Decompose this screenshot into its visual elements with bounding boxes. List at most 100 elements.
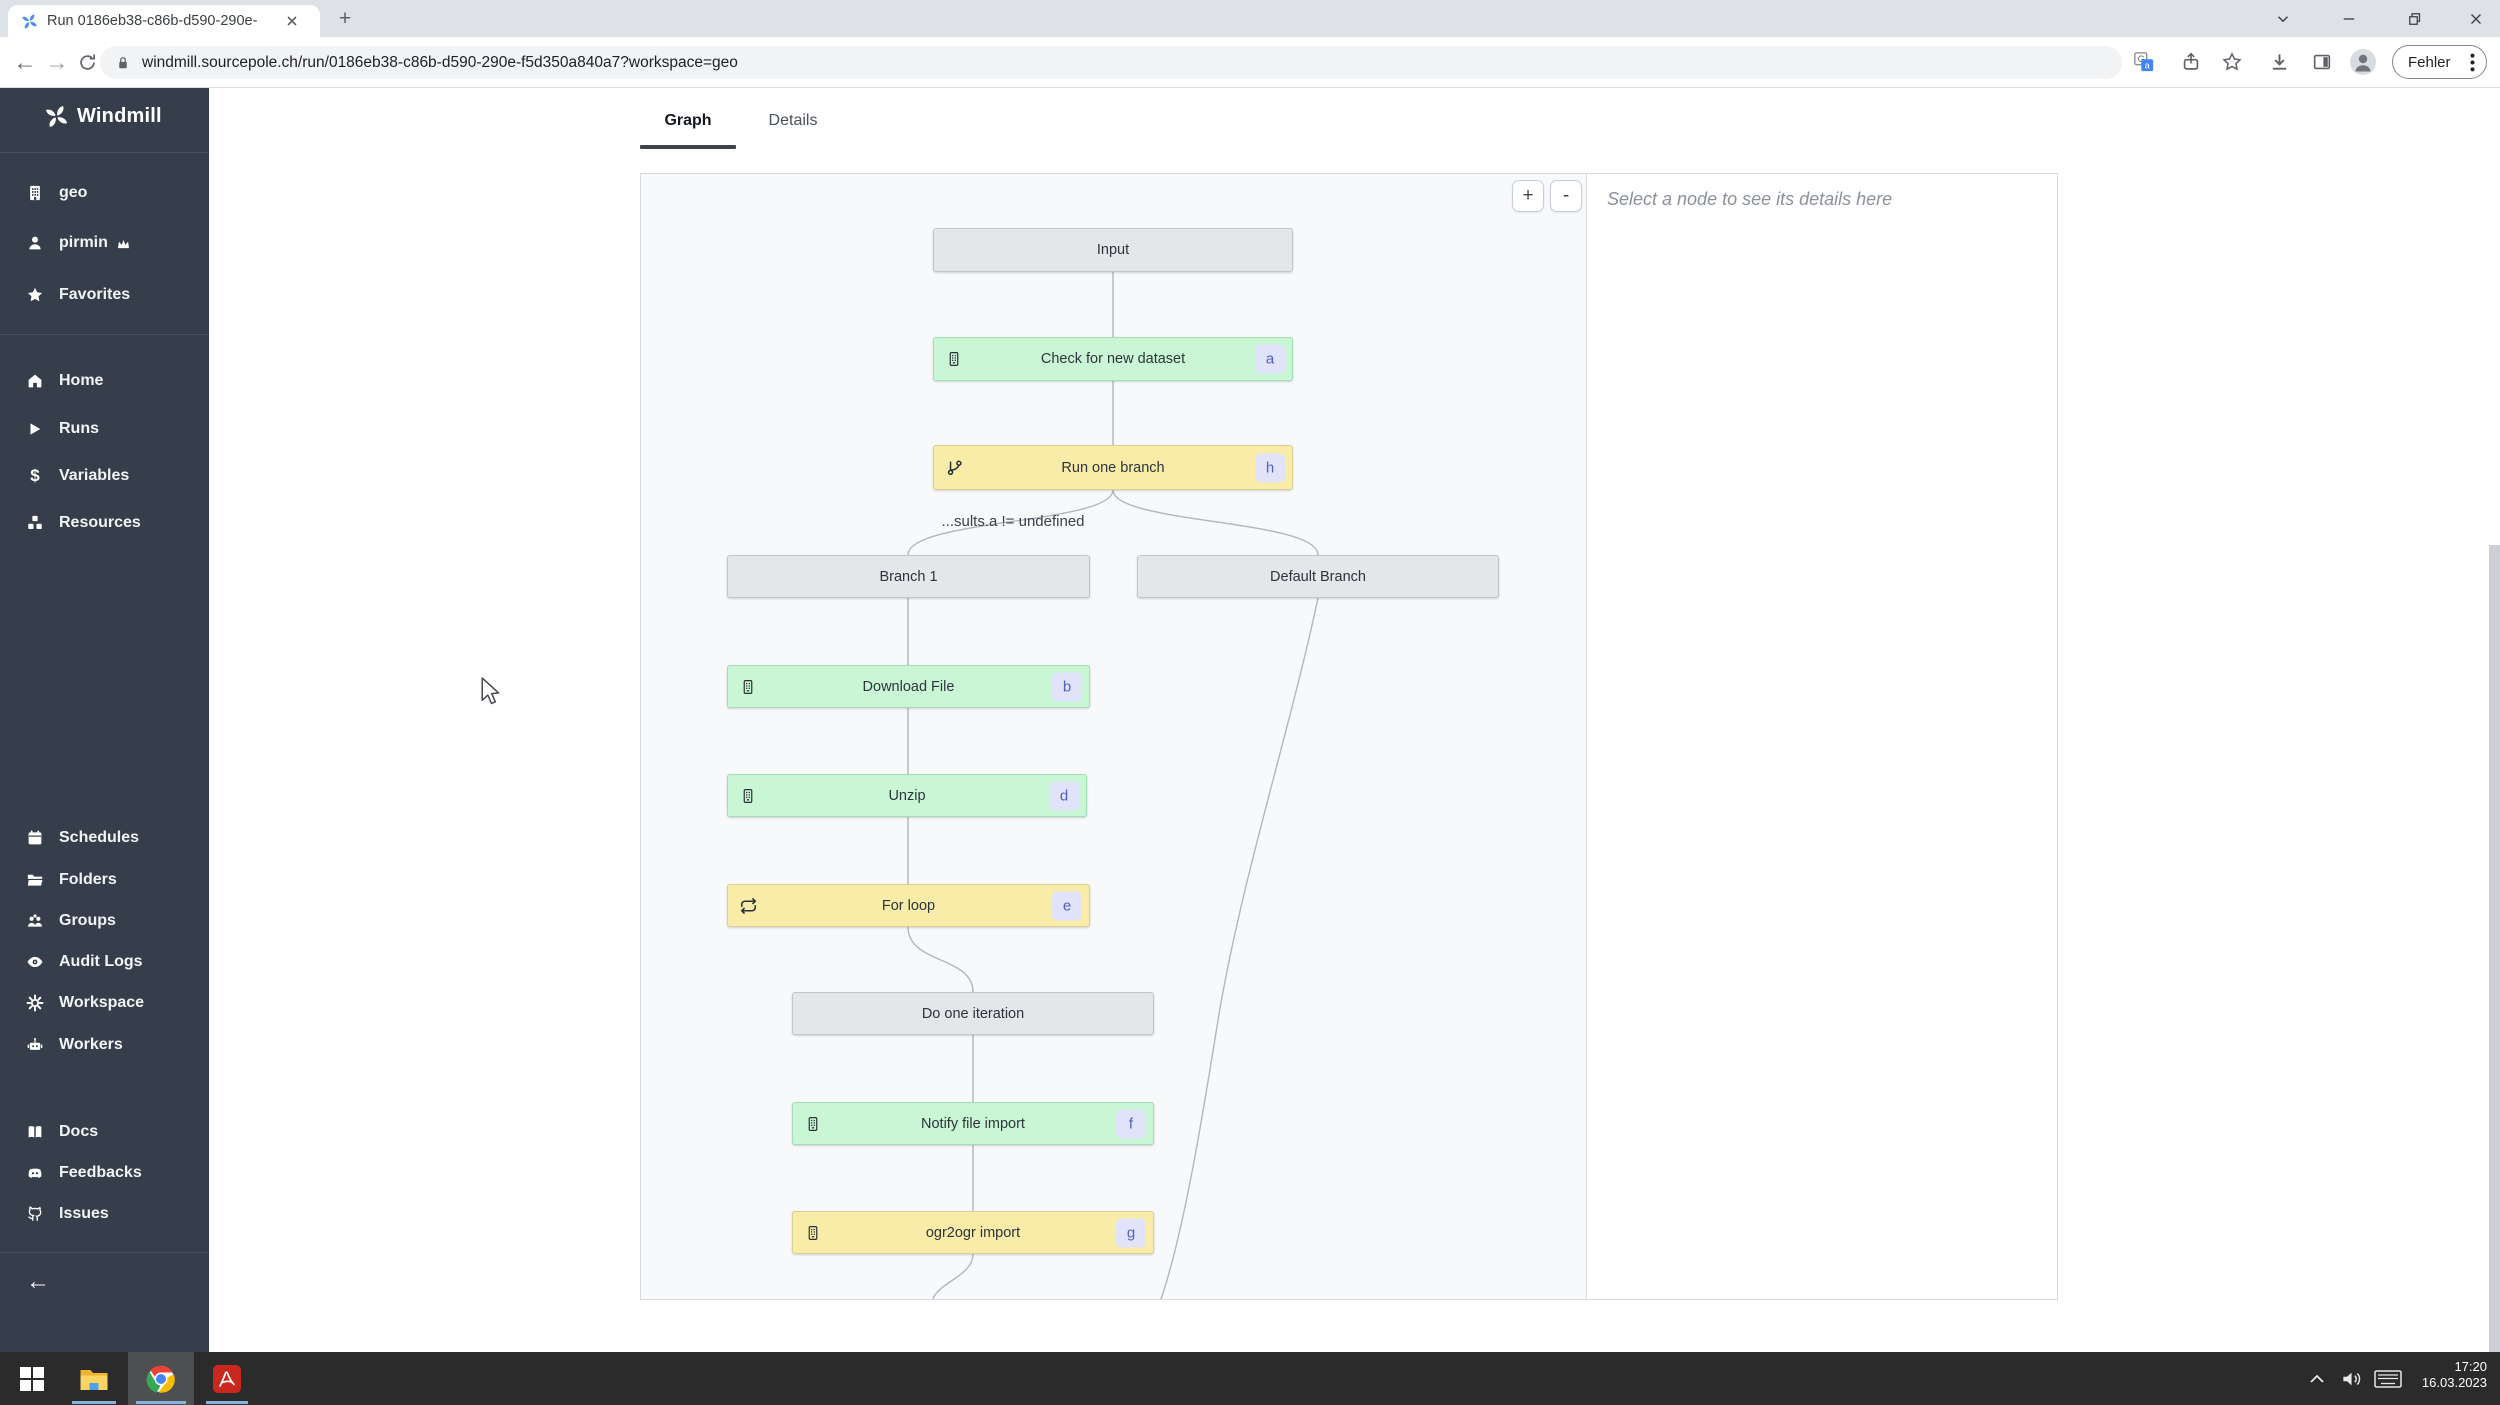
forward-button[interactable]: → <box>40 45 74 79</box>
folder-icon <box>27 874 43 886</box>
calendar-icon <box>28 830 42 845</box>
back-button[interactable]: ← <box>8 45 42 79</box>
acrobat-icon <box>213 1364 241 1393</box>
running-indicator <box>136 1401 186 1404</box>
node-details-panel: Select a node to see its details here <box>1588 174 2057 1299</box>
sidebar-item-home[interactable]: Home <box>26 369 103 393</box>
discord-icon <box>28 1168 42 1178</box>
windmill-favicon <box>21 13 38 30</box>
tab-search-icon[interactable] <box>2262 0 2304 37</box>
arrow-left-icon: ← <box>26 1268 50 1295</box>
sidebar-item-runs[interactable]: Runs <box>26 417 99 441</box>
start-button[interactable] <box>4 1352 60 1405</box>
app-sidebar: Windmill geo pirmin Favorites Home Runs … <box>0 88 209 1352</box>
active-tab-underline <box>640 145 736 149</box>
browser-tab-strip: Run 0186eb38-c86b-d590-290e- + <box>0 0 2500 37</box>
boxes-icon <box>28 515 42 529</box>
window-restore-button[interactable] <box>2394 0 2436 37</box>
flow-node-unzip[interactable]: Unzip d <box>727 774 1087 817</box>
sidebar-item-folders[interactable]: Folders <box>26 868 117 892</box>
flow-node-label: For loop <box>881 897 936 914</box>
flow-node-label: ogr2ogr import <box>925 1224 1021 1241</box>
window-minimize-button[interactable] <box>2328 0 2370 37</box>
error-badge-label: Fehler <box>2408 53 2451 71</box>
flow-node-label: Unzip <box>888 787 926 804</box>
screen: { "browser": { "tab_title": "Run 0186eb3… <box>0 0 2500 1405</box>
taskbar-clock[interactable]: 17:20 16.03.2023 <box>2406 1359 2487 1391</box>
nav-label: Schedules <box>59 829 140 846</box>
flow-node-input[interactable]: Input <box>933 228 1293 272</box>
sidebar-item-workspace-settings[interactable]: Workspace <box>26 991 144 1015</box>
file-explorer-icon <box>80 1369 108 1390</box>
flow-node-notify-file-import[interactable]: Notify file import f <box>792 1102 1154 1145</box>
user-label: pirmin <box>59 234 108 251</box>
flow-node-ogr2ogr-import[interactable]: ogr2ogr import g <box>792 1211 1154 1254</box>
url-bar[interactable]: windmill.sourcepole.ch/run/0186eb38-c86b… <box>100 46 2122 79</box>
volume-icon[interactable] <box>2336 1352 2368 1405</box>
sidebar-item-schedules[interactable]: Schedules <box>26 826 139 850</box>
zoom-in-button[interactable]: + <box>1512 180 1544 212</box>
tab-details[interactable]: Details <box>748 112 838 130</box>
nav-label: Audit Logs <box>59 953 143 970</box>
flow-canvas[interactable]: ...sults.a != undefined Input Check for … <box>641 174 1587 1299</box>
sidebar-item-resources[interactable]: Resources <box>26 511 141 535</box>
nav-label: Folders <box>59 871 117 888</box>
file-explorer-button[interactable] <box>64 1352 124 1405</box>
zoom-out-button[interactable]: - <box>1550 180 1582 212</box>
sidebar-item-workspace-geo[interactable]: geo <box>26 181 87 205</box>
side-panel-icon[interactable] <box>2311 51 2333 73</box>
flow-node-run-one-branch[interactable]: Run one branch h <box>933 445 1293 490</box>
flow-node-download-file[interactable]: Download File b <box>727 665 1090 708</box>
flow-viewer: ...sults.a != undefined Input Check for … <box>640 173 2058 1300</box>
acrobat-button[interactable] <box>198 1352 256 1405</box>
windows-logo-icon <box>20 1366 44 1391</box>
keyboard-icon[interactable] <box>2370 1352 2406 1405</box>
sidebar-item-user-pirmin[interactable]: pirmin <box>26 231 130 255</box>
profile-avatar[interactable] <box>2349 48 2377 76</box>
sidebar-item-docs[interactable]: Docs <box>26 1120 98 1144</box>
script-icon <box>739 786 757 806</box>
sidebar-item-audit-logs[interactable]: Audit Logs <box>26 950 143 974</box>
sidebar-item-workers[interactable]: Workers <box>26 1033 123 1057</box>
page-scrollbar[interactable] <box>2489 545 2500 1352</box>
flow-node-default-branch[interactable]: Default Branch <box>1137 555 1499 598</box>
tray-expand-chevron[interactable] <box>2302 1352 2332 1405</box>
sidebar-item-favorites[interactable]: Favorites <box>26 283 130 307</box>
flow-node-for-loop[interactable]: For loop e <box>727 884 1090 927</box>
details-placeholder: Select a node to see its details here <box>1607 189 1893 209</box>
script-icon <box>945 349 963 369</box>
tab-close-icon[interactable] <box>285 14 299 28</box>
flow-node-branch-1[interactable]: Branch 1 <box>727 555 1090 598</box>
sidebar-collapse-button[interactable]: ← <box>26 1270 50 1294</box>
browser-menu-error-button[interactable]: Fehler <box>2392 45 2487 79</box>
flow-node-do-one-iteration[interactable]: Do one iteration <box>792 992 1154 1035</box>
script-icon <box>739 677 757 697</box>
svg-text:a: a <box>2145 60 2151 70</box>
sidebar-item-issues[interactable]: Issues <box>26 1202 109 1226</box>
eye-icon <box>27 956 43 968</box>
browser-toolbar: ← → windmill.sourcepole.ch/run/0186eb38-… <box>0 37 2500 88</box>
running-indicator <box>72 1401 116 1404</box>
nav-label: Variables <box>59 467 130 484</box>
flow-node-label: Default Branch <box>1270 568 1366 585</box>
script-icon <box>804 1223 822 1243</box>
chrome-button[interactable] <box>128 1352 194 1405</box>
share-icon[interactable] <box>2180 51 2202 73</box>
sidebar-item-variables[interactable]: $ Variables <box>26 464 129 488</box>
sidebar-item-groups[interactable]: Groups <box>26 909 116 933</box>
lock-icon[interactable] <box>114 54 132 72</box>
tab-graph[interactable]: Graph <box>640 112 736 130</box>
nav-label: Runs <box>59 420 99 437</box>
nav-label: Groups <box>59 912 116 929</box>
chrome-icon <box>146 1365 175 1393</box>
new-tab-button[interactable]: + <box>332 6 358 32</box>
reload-button[interactable] <box>70 45 104 79</box>
translate-extension-icon[interactable]: G a <box>2133 51 2155 73</box>
download-icon[interactable] <box>2268 51 2291 74</box>
windmill-logo[interactable]: Windmill <box>44 104 162 129</box>
flow-node-check-for-new-dataset[interactable]: Check for new dataset a <box>933 337 1293 381</box>
browser-tab[interactable]: Run 0186eb38-c86b-d590-290e- <box>8 5 320 37</box>
sidebar-item-feedbacks[interactable]: Feedbacks <box>26 1161 142 1185</box>
window-close-button[interactable] <box>2455 0 2497 37</box>
bookmark-star-icon[interactable] <box>2221 51 2243 73</box>
